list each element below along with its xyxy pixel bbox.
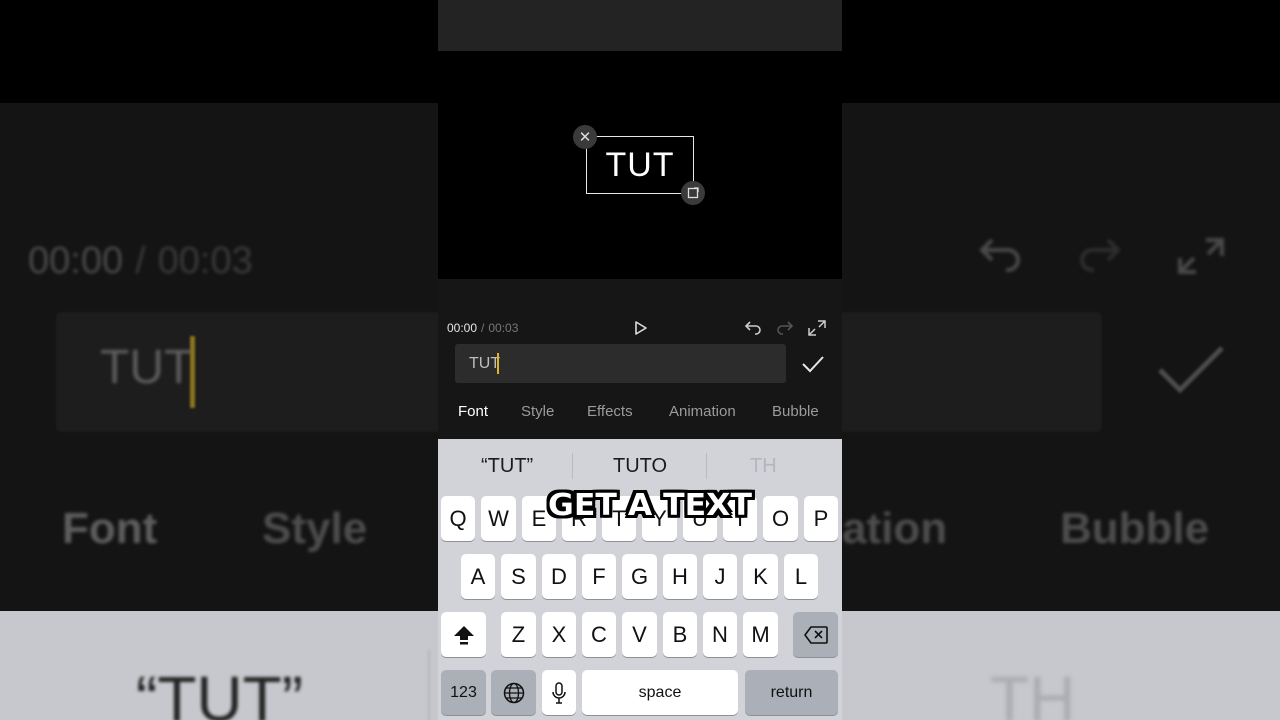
bg-suggestion-3: TH: [990, 663, 1076, 720]
backspace-key[interactable]: [793, 612, 838, 657]
bg-redo-icon: [1080, 238, 1121, 272]
shift-key[interactable]: [441, 612, 486, 657]
play-icon: [635, 321, 647, 335]
key-h[interactable]: H: [663, 554, 697, 599]
redo-button[interactable]: [775, 319, 795, 337]
tab-animation[interactable]: Animation: [669, 403, 736, 420]
key-a[interactable]: A: [461, 554, 495, 599]
key-x[interactable]: X: [542, 612, 576, 657]
duration: 00:03: [488, 321, 519, 335]
text-overlay-label: TUT: [605, 145, 675, 184]
key-s[interactable]: S: [501, 554, 536, 599]
phone-screen: TUT ✕ 00:00/00:03 TUT Font Style Effects…: [438, 0, 842, 720]
keyboard: “TUT” TUTO TH Q W E R T Y U I O P A S D …: [438, 439, 842, 720]
key-d[interactable]: D: [542, 554, 576, 599]
screen: 00:00/00:03 TUT Font Style ation Bubble …: [0, 0, 1280, 720]
bg-suggestion-1: “TUT”: [136, 663, 304, 720]
text-overlay-box[interactable]: TUT: [586, 136, 694, 194]
fullscreen-button[interactable]: [807, 319, 827, 337]
undo-icon: [744, 321, 761, 335]
bg-duration: 00:03: [157, 240, 253, 282]
text-input-row: [438, 344, 842, 384]
suggestion-bar: “TUT” TUTO TH: [438, 439, 842, 491]
close-icon[interactable]: ✕: [573, 125, 597, 149]
bg-current-time: 00:00: [28, 240, 124, 282]
bg-tab-animation: ation: [842, 504, 948, 553]
tab-font[interactable]: Font: [458, 403, 488, 420]
globe-icon: [503, 682, 524, 703]
microphone-icon: [552, 681, 566, 704]
key-m[interactable]: M: [743, 612, 778, 657]
suggestion-3[interactable]: TH: [750, 455, 777, 478]
bg-tab-font: Font: [62, 504, 158, 553]
resize-handle-icon[interactable]: [681, 181, 705, 205]
bg-suggestion-divider: [428, 650, 430, 720]
key-q[interactable]: Q: [441, 496, 475, 541]
key-g[interactable]: G: [622, 554, 657, 599]
numbers-key[interactable]: 123: [441, 670, 486, 715]
key-f[interactable]: F: [582, 554, 616, 599]
key-n[interactable]: N: [703, 612, 737, 657]
key-b[interactable]: B: [663, 612, 697, 657]
bg-time-separator: /: [135, 240, 146, 282]
bg-tab-style: Style: [262, 504, 368, 553]
key-w[interactable]: W: [481, 496, 516, 541]
time-separator: /: [481, 321, 485, 335]
top-bar: [438, 0, 842, 51]
rotate-scale-icon: [687, 187, 699, 199]
timecode: 00:00/00:03: [447, 321, 518, 335]
video-caption: GET A TEXT: [548, 488, 752, 523]
video-preview[interactable]: TUT ✕: [438, 51, 842, 279]
key-z[interactable]: Z: [501, 612, 536, 657]
text-cursor: [497, 353, 499, 374]
undo-button[interactable]: [743, 319, 763, 337]
suggestion-divider: [706, 453, 707, 479]
globe-key[interactable]: [491, 670, 536, 715]
suggestion-1[interactable]: “TUT”: [481, 455, 533, 478]
bg-input-text: TUT: [100, 341, 194, 394]
tab-bubble[interactable]: Bubble: [772, 403, 819, 420]
bg-undo-icon: [979, 238, 1020, 272]
bg-timecode: 00:00 / 00:03: [28, 240, 253, 283]
dictation-key[interactable]: [542, 670, 576, 715]
tab-style[interactable]: Style: [521, 403, 554, 420]
text-editor-panel: 00:00/00:03 TUT Font Style Effects Anima…: [438, 279, 842, 439]
playback-bar: 00:00/00:03: [438, 279, 842, 337]
key-o[interactable]: O: [763, 496, 798, 541]
suggestion-divider: [572, 453, 573, 479]
key-l[interactable]: L: [784, 554, 818, 599]
suggestion-2[interactable]: TUTO: [613, 455, 667, 478]
key-v[interactable]: V: [622, 612, 657, 657]
key-j[interactable]: J: [703, 554, 737, 599]
text-style-tabs: Font Style Effects Animation Bubble: [438, 403, 842, 425]
tab-effects[interactable]: Effects: [587, 403, 633, 420]
bg-caret: [190, 336, 195, 408]
play-button[interactable]: [631, 319, 651, 337]
text-input[interactable]: [455, 344, 786, 383]
bg-fullscreen-icon: [1178, 238, 1224, 274]
bg-tab-bubble: Bubble: [1060, 504, 1210, 553]
return-key[interactable]: return: [745, 670, 838, 715]
key-k[interactable]: K: [743, 554, 778, 599]
key-c[interactable]: C: [582, 612, 616, 657]
bg-check-icon: [1158, 346, 1224, 394]
confirm-check-icon[interactable]: [800, 352, 826, 376]
current-time: 00:00: [447, 321, 478, 335]
shift-icon: [453, 625, 474, 644]
backspace-icon: [803, 625, 828, 644]
space-key[interactable]: space: [582, 670, 738, 715]
fullscreen-icon: [808, 320, 826, 336]
redo-icon: [777, 321, 794, 335]
key-p[interactable]: P: [804, 496, 838, 541]
